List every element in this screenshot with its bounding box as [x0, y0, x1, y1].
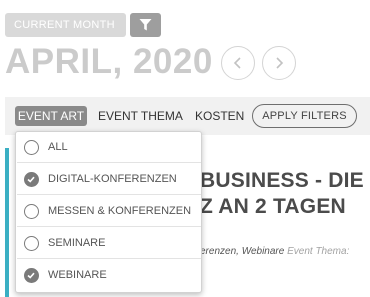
radio-checked-icon[interactable]	[24, 172, 39, 187]
tab-kosten[interactable]: KOSTEN	[195, 106, 244, 126]
radio-unchecked-icon[interactable]	[24, 140, 39, 155]
option-label: SEMINARE	[48, 237, 106, 249]
filter-button[interactable]	[130, 13, 161, 37]
current-month-button[interactable]: CURRENT MONTH	[5, 13, 126, 37]
radio-unchecked-icon[interactable]	[24, 236, 39, 251]
option-seminare[interactable]: SEMINARE	[17, 228, 201, 259]
option-label: MESSEN & KONFERENZEN	[48, 205, 192, 217]
option-label: DIGITAL-KONFERENZEN	[48, 173, 177, 185]
apply-filters-button[interactable]: APPLY FILTERS	[252, 104, 357, 128]
event-categories: erenzen, Webinare	[200, 246, 285, 257]
chevron-right-icon	[276, 57, 284, 69]
event-title-line-1[interactable]: BUSINESS - DIE V	[200, 168, 370, 194]
option-all[interactable]: ALL	[17, 132, 201, 163]
event-meta: erenzen, Webinare Event Thema:	[200, 245, 349, 259]
chevron-left-icon	[233, 57, 241, 69]
option-label: WEBINARE	[48, 269, 107, 281]
event-thema-label: Event Thema:	[287, 246, 350, 257]
option-label: ALL	[48, 141, 68, 153]
radio-checked-icon[interactable]	[24, 268, 39, 283]
radio-unchecked-icon[interactable]	[24, 204, 39, 219]
tab-event-art[interactable]: EVENT ART	[15, 106, 87, 126]
event-title-line-2[interactable]: Z AN 2 TAGEN	[200, 194, 346, 220]
event-art-dropdown: ALL DIGITAL-KONFERENZEN MESSEN & KONFERE…	[15, 131, 202, 293]
month-title: APRIL, 2020	[5, 42, 213, 81]
tab-event-thema[interactable]: EVENT THEMA	[98, 106, 183, 126]
option-messen-konferenzen[interactable]: MESSEN & KONFERENZEN	[17, 196, 201, 227]
previous-month-button[interactable]	[221, 46, 255, 80]
option-webinare[interactable]: WEBINARE	[17, 260, 201, 291]
check-icon	[27, 176, 35, 183]
option-digital-konferenzen[interactable]: DIGITAL-KONFERENZEN	[17, 164, 201, 195]
funnel-icon	[139, 19, 152, 31]
check-icon	[27, 272, 35, 279]
next-month-button[interactable]	[262, 46, 296, 80]
event-card-accent	[5, 148, 9, 297]
